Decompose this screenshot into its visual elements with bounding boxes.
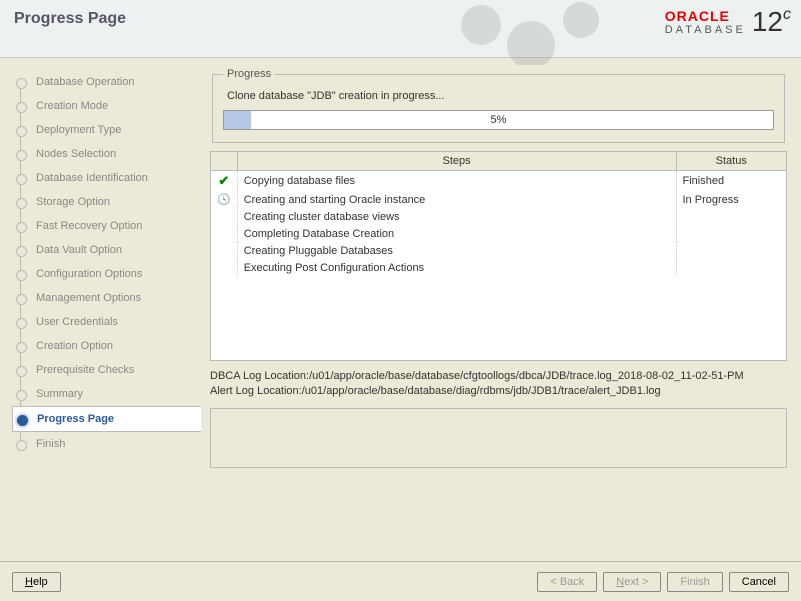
empty-icon [211,259,237,276]
table-row: Completing Database Creation [211,225,786,242]
wizard-step-11: Creation Option [12,334,200,358]
wizard-step-0: Database Operation [12,70,200,94]
progress-message: Clone database "JDB" creation in progres… [223,88,774,110]
wizard-step-4: Database Identification [12,166,200,190]
finish-button[interactable]: Finish [667,572,722,592]
step-name: Creating Pluggable Databases [237,242,676,259]
wizard-step-15: Finish [12,432,200,456]
table-row: Creating Pluggable Databases [211,242,786,259]
steps-box: Steps Status ✔Copying database filesFini… [210,151,787,361]
dbca-log-location: DBCA Log Location:/u01/app/oracle/base/d… [210,369,787,384]
progress-bar: 5% [223,110,774,130]
decorative-gears [441,0,641,65]
step-status [676,242,786,259]
wizard-step-3: Nodes Selection [12,142,200,166]
table-row: Creating cluster database views [211,208,786,225]
table-row: ✔Copying database filesFinished [211,171,786,192]
wizard-step-5: Storage Option [12,190,200,214]
sidebar: Database OperationCreation ModeDeploymen… [0,58,200,558]
step-status [676,225,786,242]
empty-icon [211,225,237,242]
steps-table: Steps Status ✔Copying database filesFini… [211,152,786,276]
main: Database OperationCreation ModeDeploymen… [0,58,801,558]
wizard-step-12: Prerequisite Checks [12,358,200,382]
step-name: Completing Database Creation [237,225,676,242]
cancel-button[interactable]: Cancel [729,572,789,592]
wizard-step-7: Data Vault Option [12,238,200,262]
step-status: In Progress [676,191,786,208]
content: Progress Clone database "JDB" creation i… [200,58,801,558]
header: Progress Page ORACLE DATABASE 12c [0,0,801,58]
alert-log-location: Alert Log Location:/u01/app/oracle/base/… [210,384,787,399]
progress-fill [224,111,251,129]
col-status: Status [676,152,786,171]
check-icon: ✔ [211,171,237,192]
step-status: Finished [676,171,786,192]
next-button[interactable]: Next > [603,572,661,592]
brand-name: ORACLE [665,8,746,24]
wizard-step-9: Management Options [12,286,200,310]
clock-icon: 🕓 [211,191,237,208]
step-name: Executing Post Configuration Actions [237,259,676,276]
footer: Help < Back Next > Finish Cancel [0,561,801,601]
brand-product: DATABASE [665,24,746,36]
col-icon [211,152,237,171]
wizard-step-1: Creation Mode [12,94,200,118]
step-name: Creating and starting Oracle instance [237,191,676,208]
wizard-step-13: Summary [12,382,200,406]
output-box [210,408,787,468]
progress-panel: Progress Clone database "JDB" creation i… [212,68,785,143]
brand-version: 12c [752,6,791,38]
wizard-step-8: Configuration Options [12,262,200,286]
step-name: Copying database files [237,171,676,192]
log-locations: DBCA Log Location:/u01/app/oracle/base/d… [210,369,787,400]
page-title: Progress Page [0,0,126,28]
table-row: 🕓Creating and starting Oracle instanceIn… [211,191,786,208]
help-button[interactable]: Help [12,572,61,592]
logo: ORACLE DATABASE 12c [665,6,791,38]
wizard-steps: Database OperationCreation ModeDeploymen… [12,70,200,456]
wizard-step-10: User Credentials [12,310,200,334]
empty-icon [211,242,237,259]
wizard-step-6: Fast Recovery Option [12,214,200,238]
step-status [676,208,786,225]
table-row: Executing Post Configuration Actions [211,259,786,276]
step-status [676,259,786,276]
progress-percent: 5% [491,114,507,126]
wizard-step-14: Progress Page [12,406,201,432]
empty-icon [211,208,237,225]
wizard-step-2: Deployment Type [12,118,200,142]
col-steps: Steps [237,152,676,171]
step-name: Creating cluster database views [237,208,676,225]
back-button[interactable]: < Back [537,572,597,592]
progress-legend: Progress [223,68,275,80]
